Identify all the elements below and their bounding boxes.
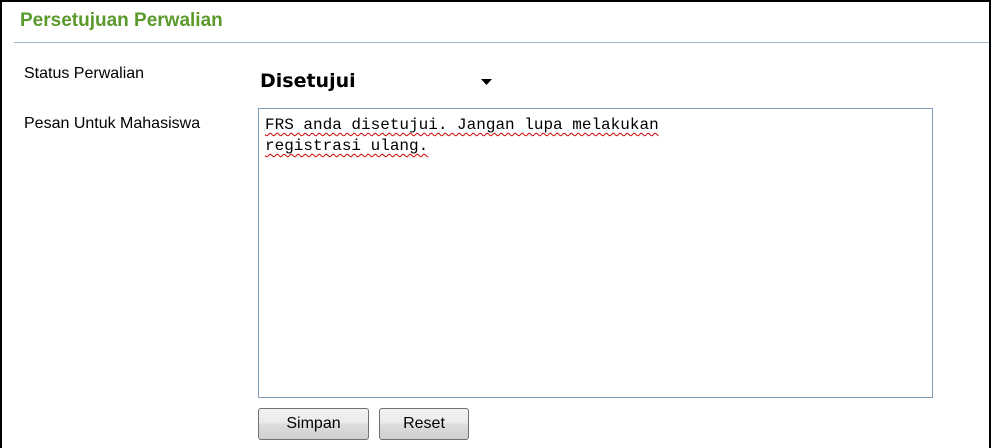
perwalian-panel: Persetujuan Perwalian Status Perwalian D… xyxy=(0,0,991,448)
status-select[interactable]: Disetujui xyxy=(258,67,495,97)
pesan-text: FRS anda disetujui. Jangan lupa melakuka… xyxy=(265,116,659,155)
page-title: Persetujuan Perwalian xyxy=(20,10,223,31)
panel-header: Persetujuan Perwalian xyxy=(2,2,989,44)
pesan-textarea[interactable]: FRS anda disetujui. Jangan lupa melakuka… xyxy=(258,108,933,398)
header-divider xyxy=(14,42,989,43)
status-label: Status Perwalian xyxy=(24,65,145,82)
status-select-value: Disetujui xyxy=(260,70,356,92)
reset-button[interactable]: Reset xyxy=(379,408,469,440)
save-button[interactable]: Simpan xyxy=(258,408,369,440)
pesan-label: Pesan Untuk Mahasiswa xyxy=(24,115,201,132)
